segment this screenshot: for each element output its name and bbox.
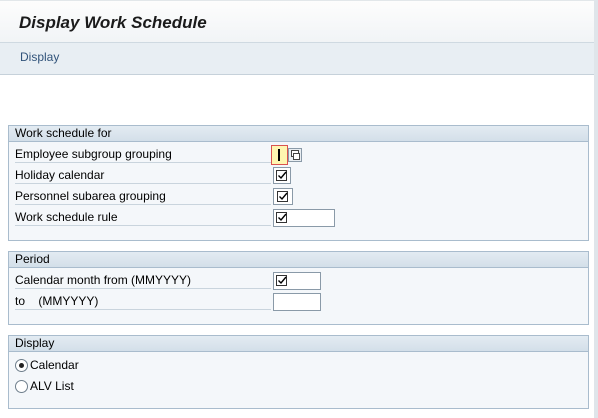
window-edge [594,0,598,418]
employee-subgroup-grouping-row: Employee subgroup grouping [9,144,589,165]
required-entry-icon [275,274,289,288]
calendar-month-from-row: Calendar month from (MMYYYY) [9,270,589,291]
work-schedule-rule-field[interactable] [273,209,335,227]
field-label: to (MMYYYY) [15,293,271,310]
group-title: Period [9,252,588,268]
display-menu-button[interactable]: Display [20,50,59,64]
personnel-subarea-grouping-field[interactable] [273,188,293,205]
calendar-month-to-row: to (MMYYYY) [9,291,589,312]
radio-selected-dot [19,363,24,368]
calendar-month-to-field[interactable] [273,293,321,311]
radio-label: Calendar [30,358,79,372]
field-label: Work schedule rule [15,209,271,226]
required-entry-icon [275,169,289,183]
calendar-month-from-field[interactable] [273,272,321,290]
field-label: Personnel subarea grouping [15,188,271,205]
display-group: Display Calendar ALV List [8,335,589,409]
holiday-calendar-field[interactable] [273,167,291,184]
radio-label: ALV List [30,379,74,393]
employee-subgroup-grouping-field[interactable] [271,145,288,165]
group-title: Display [9,336,588,352]
field-label: Calendar month from (MMYYYY) [15,272,271,289]
multiple-selection-icon[interactable] [288,148,302,162]
personnel-subarea-grouping-row: Personnel subarea grouping [9,186,589,207]
calendar-radio[interactable] [15,359,28,372]
holiday-calendar-row: Holiday calendar [9,165,589,186]
text-cursor [278,149,280,161]
alv-list-radio[interactable] [15,380,28,393]
group-title: Work schedule for [9,126,588,142]
work-schedule-for-group: Work schedule for Employee subgroup grou… [8,125,589,241]
work-schedule-rule-row: Work schedule rule [9,207,589,228]
required-entry-icon [276,190,290,204]
field-label: Holiday calendar [15,167,271,184]
application-toolbar: Display [0,42,598,75]
required-entry-icon [275,211,289,225]
title-bar: Display Work Schedule [0,0,598,43]
page-title: Display Work Schedule [19,13,207,32]
field-label: Employee subgroup grouping [15,146,271,163]
period-group: Period Calendar month from (MMYYYY) to (… [8,251,589,325]
